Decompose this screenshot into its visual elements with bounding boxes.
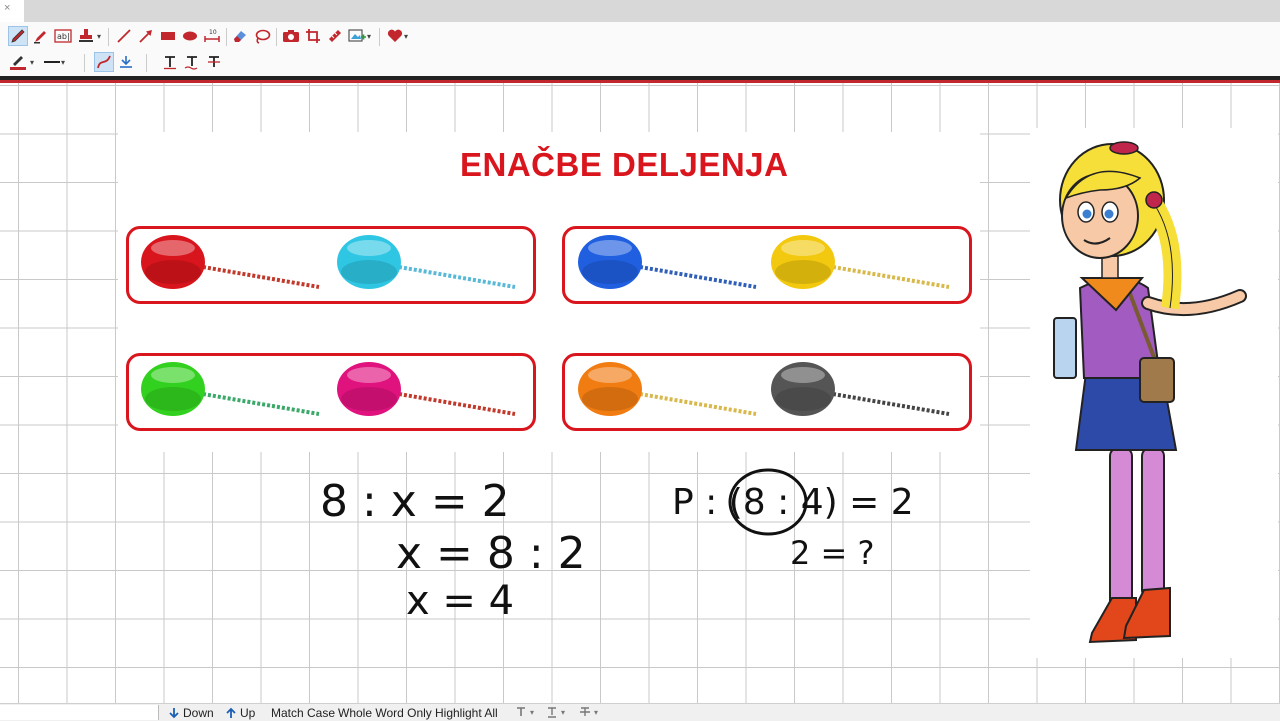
smooth-curve-icon[interactable] (94, 52, 114, 72)
text-strike-icon (580, 707, 590, 716)
close-tab-area[interactable]: × (0, 0, 24, 22)
rectangle-icon[interactable] (158, 26, 178, 46)
text-box-icon[interactable]: ab| (53, 26, 73, 46)
equation-right-line-2: 2 = ? (790, 534, 875, 572)
toolbar-divider (84, 54, 85, 72)
text-format-dropdown[interactable]: ▾ (515, 706, 534, 718)
lollipop-box (126, 353, 536, 431)
lasso-icon[interactable] (252, 26, 272, 46)
line-style-icon[interactable] (42, 52, 62, 72)
close-icon[interactable]: × (4, 2, 10, 14)
svg-text:ab|: ab| (57, 32, 70, 41)
crop-icon[interactable] (303, 26, 323, 46)
line-icon[interactable] (114, 26, 134, 46)
match-case-button[interactable]: Match Case (271, 706, 335, 720)
measure-icon[interactable]: 10 (202, 26, 222, 46)
svg-text:10: 10 (209, 29, 217, 36)
arrow-icon[interactable] (136, 26, 156, 46)
toolbar-divider (276, 28, 277, 46)
toolbar-divider (146, 54, 147, 72)
pen-icon[interactable] (8, 26, 28, 46)
annotation-toolbar: ab| ▾ 10 ▾ ▾ ▾ ▾ (0, 22, 1280, 76)
equation-left-line-1: 8 : x = 2 (320, 476, 510, 527)
lollipop-box (562, 353, 972, 431)
text-icon[interactable] (160, 52, 180, 72)
highlight-all-label: Highlight All (435, 706, 498, 720)
toolbar-divider (226, 28, 227, 46)
eraser-icon[interactable] (230, 26, 250, 46)
find-bar: Down Up Match Case Whole Word Only Highl… (0, 703, 1280, 721)
find-down-label: Down (183, 706, 214, 720)
equation-left-line-2: x = 8 : 2 (396, 528, 586, 579)
line-style-dropdown-icon[interactable]: ▾ (61, 58, 65, 67)
ellipse-icon[interactable] (180, 26, 200, 46)
text-strike-dropdown[interactable]: ▾ (579, 706, 598, 718)
find-down-button[interactable]: Down (168, 706, 214, 720)
text-format-icon (517, 707, 525, 716)
favorites-heart-icon[interactable] (385, 26, 405, 46)
find-up-button[interactable]: Up (225, 706, 255, 720)
pen-color-icon[interactable] (8, 52, 28, 72)
toolbar-divider (379, 28, 380, 46)
favorites-dropdown-icon[interactable]: ▾ (404, 32, 408, 41)
highlight-all-button[interactable]: Highlight All (435, 706, 498, 720)
find-input[interactable] (0, 705, 159, 720)
stamp-icon[interactable] (76, 26, 96, 46)
match-case-label: Match Case (271, 706, 336, 720)
insert-image-dropdown-icon[interactable]: ▾ (367, 32, 371, 41)
whole-word-label: Whole Word Only (338, 706, 432, 720)
cartoon-girl-illustration (1030, 128, 1278, 658)
arrow-down-icon (169, 708, 179, 719)
ruler-icon[interactable] (325, 26, 345, 46)
window-titlebar: × (0, 0, 1280, 22)
text-baseline-icon (548, 707, 556, 718)
whole-word-button[interactable]: Whole Word Only (338, 706, 432, 720)
pen-color-dropdown-icon[interactable]: ▾ (30, 58, 34, 67)
handwritten-equations: 8 : x = 2 x = 8 : 2 x = 4 P : (8 : 4) = … (320, 468, 914, 624)
toolbar-divider (108, 28, 109, 46)
screenshot-icon[interactable] (281, 26, 301, 46)
lollipop-box (562, 226, 972, 304)
stamp-dropdown-icon[interactable]: ▾ (97, 32, 101, 41)
highlighter-icon[interactable] (31, 26, 51, 46)
arrow-up-icon (226, 707, 236, 718)
equation-right-line-1: P : (8 : 4) = 2 (672, 482, 914, 523)
text-baseline-icon[interactable] (182, 52, 202, 72)
find-up-label: Up (240, 706, 256, 720)
slide-title: ENAČBE DELJENJA (460, 146, 789, 183)
snap-icon[interactable] (116, 52, 136, 72)
text-strike-icon[interactable] (204, 52, 224, 72)
equation-left-line-3: x = 4 (406, 578, 514, 624)
text-baseline-dropdown[interactable]: ▾ (546, 706, 565, 718)
insert-image-icon[interactable] (347, 26, 367, 46)
lollipop-box (126, 226, 536, 304)
